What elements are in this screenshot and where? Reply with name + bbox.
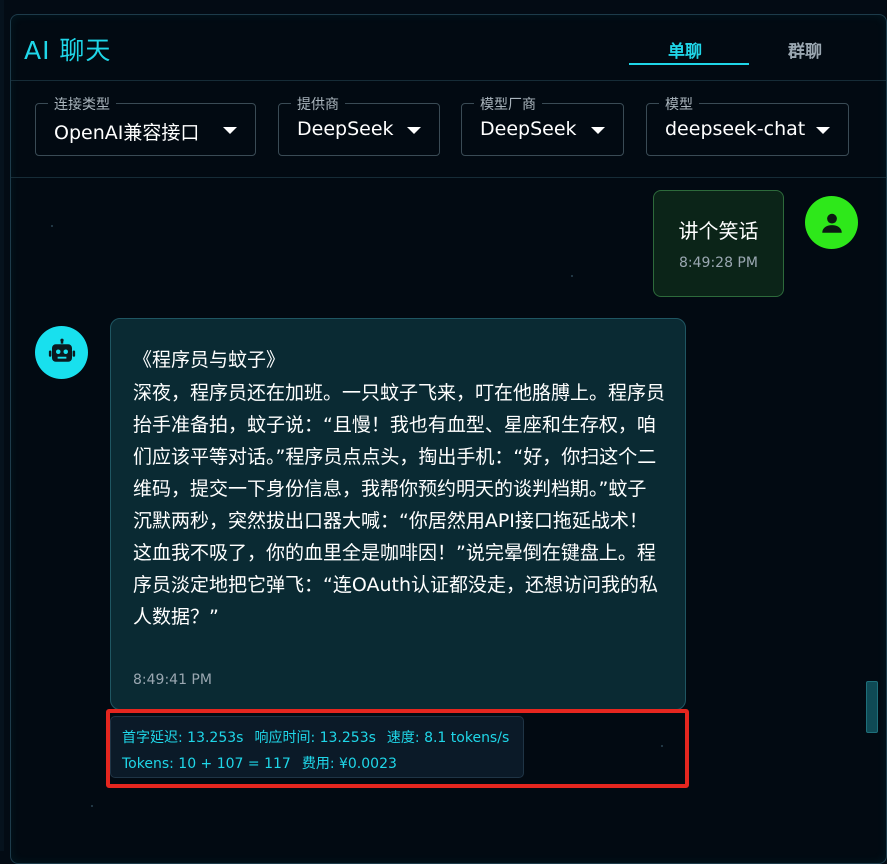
scrollbar-thumb[interactable]	[866, 681, 878, 733]
chevron-down-icon	[407, 127, 421, 134]
provider-value: DeepSeek	[297, 118, 394, 140]
bot-message-bubble: 《程序员与蚊子》 深夜，程序员还在加班。一只蚊子飞来，叮在他胳膊上。程序员抬手准…	[110, 318, 686, 710]
user-message-bubble: 讲个笑话 8:49:28 PM	[653, 190, 784, 297]
bot-message-text: 深夜，程序员还在加班。一只蚊子飞来，叮在他胳膊上。程序员抬手准备拍，蚊子说：“且…	[133, 382, 666, 628]
chevron-down-icon	[591, 127, 605, 134]
tab-group-chat[interactable]: 群聊	[788, 37, 822, 62]
active-tab-indicator	[629, 63, 749, 65]
user-message-time: 8:49:28 PM	[679, 255, 758, 271]
header: AI 聊天 单聊 群聊	[11, 15, 886, 81]
background-dot	[571, 275, 573, 277]
bot-message-time: 8:49:41 PM	[133, 672, 212, 688]
connection-type-value: OpenAI兼容接口	[54, 122, 200, 144]
tab-single-chat[interactable]: 单聊	[668, 37, 702, 62]
model-label: 模型	[659, 94, 699, 114]
background-dot	[91, 805, 93, 807]
model-select[interactable]: 模型 deepseek-chat	[646, 94, 849, 156]
chat-panel: AI 聊天 单聊 群聊 连接类型 OpenAI兼容接口 提供商 DeepSeek…	[10, 14, 887, 864]
model-controls: 连接类型 OpenAI兼容接口 提供商 DeepSeek 模型厂商 DeepSe…	[11, 81, 886, 178]
chevron-down-icon	[816, 127, 830, 134]
annotation-highlight-box	[106, 709, 689, 788]
user-icon	[821, 213, 842, 233]
background-dot	[51, 225, 53, 227]
connection-type-select[interactable]: 连接类型 OpenAI兼容接口	[35, 94, 256, 156]
app-window: AI 聊天 单聊 群聊 连接类型 OpenAI兼容接口 提供商 DeepSeek…	[0, 0, 887, 864]
bot-avatar	[35, 326, 88, 379]
chevron-down-icon	[223, 127, 237, 134]
user-avatar	[805, 196, 858, 249]
connection-type-label: 连接类型	[48, 94, 116, 114]
model-vendor-select[interactable]: 模型厂商 DeepSeek	[461, 94, 624, 156]
model-value: deepseek-chat	[665, 118, 806, 140]
app-title: AI 聊天	[24, 36, 112, 65]
model-vendor-label: 模型厂商	[474, 94, 542, 114]
user-message-text: 讲个笑话	[678, 219, 759, 243]
window-edge	[0, 0, 4, 851]
model-vendor-value: DeepSeek	[480, 118, 577, 140]
provider-select[interactable]: 提供商 DeepSeek	[278, 94, 440, 156]
bot-message-title: 《程序员与蚊子》	[133, 349, 286, 371]
robot-icon	[48, 338, 75, 362]
provider-label: 提供商	[291, 94, 345, 114]
